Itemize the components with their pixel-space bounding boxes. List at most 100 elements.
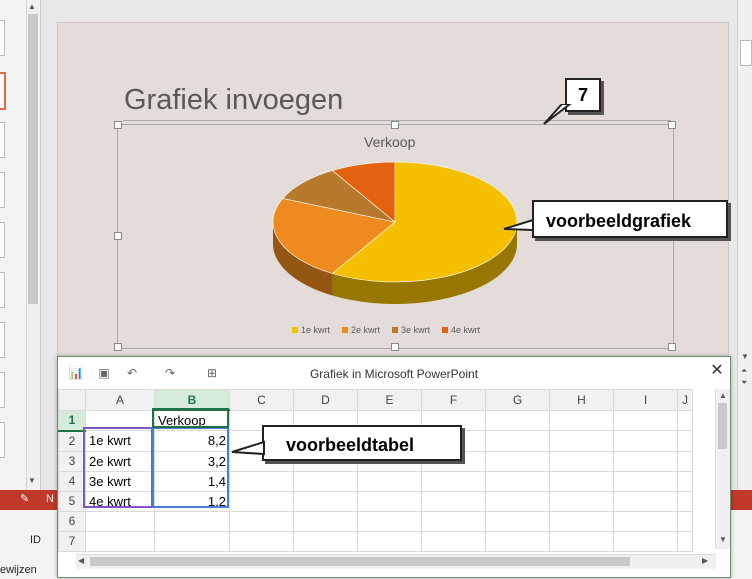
slide-thumbnail[interactable] <box>0 422 5 458</box>
select-all-corner[interactable] <box>58 389 86 411</box>
next-slide-icon[interactable]: ⏷ <box>741 378 747 388</box>
empty-cell[interactable] <box>677 530 693 552</box>
empty-cell[interactable] <box>293 510 358 532</box>
empty-cell[interactable] <box>677 430 693 452</box>
empty-cell[interactable] <box>613 510 678 532</box>
sheet-horizontal-scrollbar[interactable]: ◀ ▶ <box>76 554 716 569</box>
empty-cell[interactable] <box>485 510 550 532</box>
row-header[interactable]: 7 <box>58 530 86 552</box>
cell-b[interactable] <box>154 510 230 532</box>
cell-b[interactable] <box>154 530 230 552</box>
column-header-h[interactable]: H <box>549 389 614 411</box>
empty-cell[interactable] <box>677 510 693 532</box>
slide-thumbnail[interactable] <box>0 20 5 56</box>
empty-cell[interactable] <box>357 510 422 532</box>
close-icon[interactable]: ✕ <box>708 362 726 380</box>
pie-chart[interactable] <box>260 160 530 310</box>
resize-handle[interactable] <box>391 343 399 351</box>
empty-cell[interactable] <box>229 470 294 492</box>
empty-cell[interactable] <box>357 530 422 552</box>
empty-cell[interactable] <box>485 409 550 431</box>
chart-title[interactable]: Verkoop <box>364 134 415 150</box>
empty-cell[interactable] <box>613 430 678 452</box>
row-header[interactable]: 6 <box>58 510 86 532</box>
empty-cell[interactable] <box>229 530 294 552</box>
resize-handle[interactable] <box>114 232 122 240</box>
cell-a[interactable] <box>85 510 155 532</box>
slide-thumbnail[interactable] <box>0 372 5 408</box>
empty-cell[interactable] <box>549 530 614 552</box>
empty-cell[interactable] <box>357 490 422 512</box>
empty-cell[interactable] <box>549 490 614 512</box>
empty-cell[interactable] <box>549 510 614 532</box>
empty-cell[interactable] <box>293 470 358 492</box>
empty-cell[interactable] <box>421 530 486 552</box>
notes-icon[interactable]: ✎ <box>20 492 29 505</box>
empty-cell[interactable] <box>293 530 358 552</box>
resize-handle[interactable] <box>668 343 676 351</box>
slide-scrollbar[interactable]: ▼ ⏶ ⏷ <box>737 0 752 500</box>
previous-slide-icon[interactable]: ⏶ <box>741 366 747 376</box>
column-header-a[interactable]: A <box>85 389 155 411</box>
slide-thumbnail[interactable] <box>0 272 5 308</box>
empty-cell[interactable] <box>613 490 678 512</box>
sheet-vertical-scrollbar[interactable]: ▲ ▼ <box>715 389 730 549</box>
row-header[interactable]: 2 <box>58 430 86 452</box>
empty-cell[interactable] <box>677 409 693 431</box>
slide-thumbnail[interactable] <box>0 222 5 258</box>
slide-thumbnail[interactable] <box>0 122 5 158</box>
column-header-i[interactable]: I <box>613 389 678 411</box>
slide-thumbnail[interactable] <box>0 172 5 208</box>
column-header-c[interactable]: C <box>229 389 294 411</box>
empty-cell[interactable] <box>485 430 550 452</box>
empty-cell[interactable] <box>677 470 693 492</box>
empty-cell[interactable] <box>613 530 678 552</box>
empty-cell[interactable] <box>549 450 614 472</box>
empty-cell[interactable] <box>421 470 486 492</box>
resize-handle[interactable] <box>114 121 122 129</box>
thumbnails-scrollbar[interactable]: ▲ ▼ <box>26 0 39 490</box>
scroll-down-icon[interactable]: ▼ <box>741 352 749 361</box>
empty-cell[interactable] <box>613 470 678 492</box>
empty-cell[interactable] <box>549 470 614 492</box>
empty-cell[interactable] <box>549 430 614 452</box>
empty-cell[interactable] <box>677 490 693 512</box>
scroll-down-icon[interactable]: ▼ <box>28 476 36 485</box>
scroll-right-icon[interactable]: ▶ <box>702 556 708 565</box>
resize-handle[interactable] <box>114 343 122 351</box>
scroll-thumb[interactable] <box>90 557 630 566</box>
slide-thumbnail-selected[interactable] <box>0 72 6 110</box>
column-header-b[interactable]: B <box>154 389 230 411</box>
empty-cell[interactable] <box>485 530 550 552</box>
empty-cell[interactable] <box>229 510 294 532</box>
row-header[interactable]: 3 <box>58 450 86 472</box>
resize-handle[interactable] <box>391 121 399 129</box>
cell-a[interactable] <box>85 530 155 552</box>
empty-cell[interactable] <box>293 490 358 512</box>
empty-cell[interactable] <box>485 490 550 512</box>
scroll-thumb[interactable] <box>740 40 752 66</box>
scroll-thumb[interactable] <box>718 403 727 449</box>
column-header-e[interactable]: E <box>357 389 422 411</box>
empty-cell[interactable] <box>421 510 486 532</box>
empty-cell[interactable] <box>229 490 294 512</box>
column-header-g[interactable]: G <box>485 389 550 411</box>
empty-cell[interactable] <box>485 470 550 492</box>
slide-title[interactable]: Grafiek invoegen <box>124 84 343 117</box>
scroll-up-icon[interactable]: ▲ <box>719 391 727 400</box>
empty-cell[interactable] <box>613 450 678 472</box>
empty-cell[interactable] <box>485 450 550 472</box>
column-header-f[interactable]: F <box>421 389 486 411</box>
row-header[interactable]: 1 <box>58 409 86 432</box>
scroll-up-icon[interactable]: ▲ <box>28 2 36 11</box>
empty-cell[interactable] <box>357 470 422 492</box>
column-header-d[interactable]: D <box>293 389 358 411</box>
scroll-down-icon[interactable]: ▼ <box>719 535 727 544</box>
scroll-thumb[interactable] <box>28 14 38 304</box>
chart-legend[interactable]: 1e kwrt 2e kwrt 3e kwrt 4e kwrt <box>292 325 480 335</box>
empty-cell[interactable] <box>421 490 486 512</box>
row-header[interactable]: 4 <box>58 470 86 492</box>
row-header[interactable]: 5 <box>58 490 86 512</box>
resize-handle[interactable] <box>668 121 676 129</box>
column-header-j[interactable]: J <box>677 389 693 411</box>
